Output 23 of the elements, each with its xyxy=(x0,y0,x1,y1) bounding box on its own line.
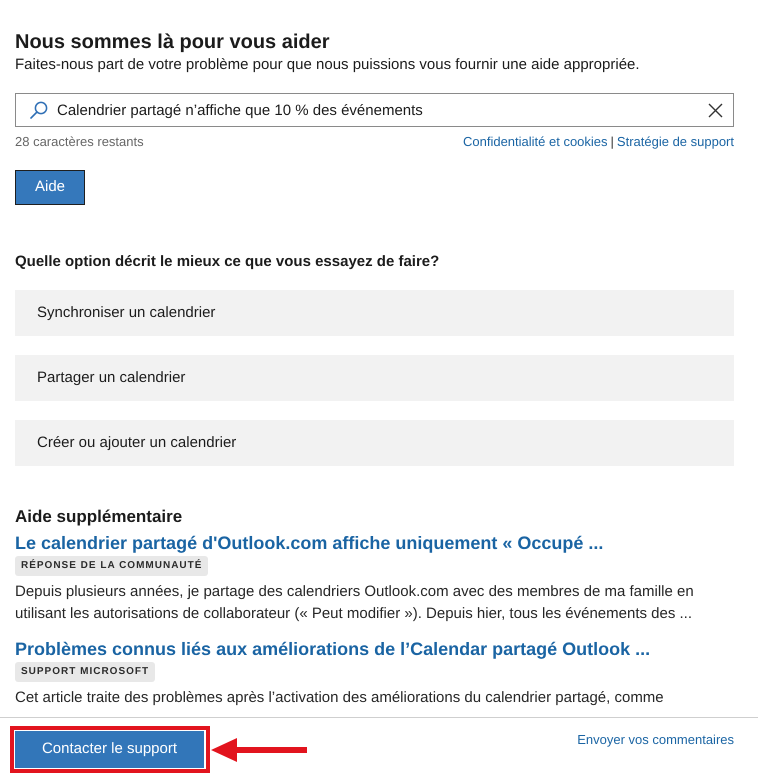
contact-support-button[interactable]: Contacter le support xyxy=(15,731,204,768)
page-title: Nous sommes là pour vous aider xyxy=(15,30,331,55)
feedback-link[interactable]: Envoyer vos commentaires xyxy=(577,731,743,749)
footer-link[interactable]: Stratégie de support xyxy=(616,133,734,151)
page-subtitle: Faites-nous part de votre problème pour que nous puissions vous fournir une aide appropriée. xyxy=(15,55,641,75)
option-button[interactable]: Créer ou ajouter un calendrier xyxy=(15,420,734,466)
footer-link[interactable]: Confidentialité et cookies xyxy=(463,133,608,151)
link-separator: | xyxy=(610,133,614,151)
option-button[interactable]: Synchroniser un calendrier xyxy=(15,290,734,336)
search-field[interactable]: Calendrier partagé n’affiche que 10 % des événements xyxy=(15,93,734,127)
article-link[interactable]: Problèmes connus liés aux améliorations de l’Calendar partagé Outlook ... xyxy=(15,637,734,661)
option-button[interactable]: Partager un calendrier xyxy=(15,355,734,401)
article-link[interactable]: Le calendrier partagé d'Outlook.com affiche uniquement « Occupé ... xyxy=(15,531,734,555)
close-icon[interactable] xyxy=(708,103,723,118)
article-description: Depuis plusieurs années, je partage des calendriers Outlook.com avec des membres de ma famille en utilisant les autorisations de collaborateur (« Peut modifier »). Depuis hier, tous les événements des ... xyxy=(15,582,695,624)
help-button[interactable]: Aide xyxy=(15,170,85,205)
characters-remaining: 28 caractères restants xyxy=(15,133,144,151)
section-title: Aide supplémentaire xyxy=(15,506,184,528)
article-tag: SUPPORT MICROSOFT xyxy=(15,662,156,682)
article-tag: RÉPONSE DE LA COMMUNAUTÉ xyxy=(15,556,208,576)
search-icon xyxy=(30,101,48,119)
question-label: Quelle option décrit le mieux ce que vous essayez de faire? xyxy=(15,252,440,272)
article-description: Cet article traite des problèmes après l’activation des améliorations du calendrier partagé, comme xyxy=(15,688,665,708)
